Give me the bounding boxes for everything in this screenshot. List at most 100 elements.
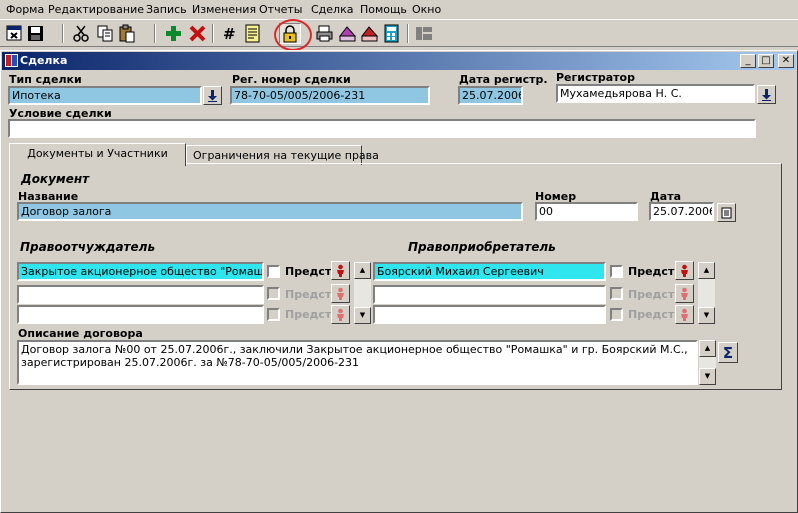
acquirer-rep-checkbox-1[interactable] [610,265,623,278]
export-red-icon[interactable] [359,23,381,44]
menu-bar: Форма Редактирование Запись Изменения От… [0,0,798,19]
tab-restrictions[interactable]: Ограничения на текущие права [186,145,379,165]
alienator-label: Правоотчуждатель [20,240,156,254]
paste-icon[interactable] [116,23,138,44]
deal-type-field[interactable]: Ипотека [8,86,202,105]
close-button[interactable]: ✕ [778,54,794,68]
acquirer-field-3[interactable] [373,305,606,324]
reg-number-field[interactable]: 78-70-05/005/2006-231 [230,86,430,105]
tab-documents-participants[interactable]: Документы и Участники [9,143,186,166]
menu-record[interactable]: Запись [146,3,187,16]
calendar-icon [721,207,732,218]
menu-edit[interactable]: Редактирование [48,3,144,16]
menu-deal[interactable]: Сделка [311,3,353,16]
acquirer-field-1[interactable]: Боярский Михаил Сергеевич [373,262,606,281]
acquirer-scrollbar[interactable]: ▲ ▼ [698,262,715,324]
acquirer-rep-button-3[interactable] [675,305,694,324]
person-icon [681,264,688,277]
alienator-rep-label-3: Предст. [285,308,336,321]
menu-form[interactable]: Форма [6,3,44,16]
scroll-down-button[interactable]: ▼ [699,368,716,385]
highlight-circle [274,19,312,51]
condition-field[interactable] [8,119,756,138]
person-icon [337,264,344,277]
arrow-down-icon [762,88,771,101]
alienator-rep-label-1: Предст. [285,265,336,278]
registrar-lookup-button[interactable] [757,85,776,104]
alienator-field-2[interactable] [17,285,264,304]
description-text[interactable]: Договор залога №00 от 25.07.2006г., закл… [17,340,698,385]
acquirer-rep-checkbox-3[interactable] [610,308,623,321]
print-icon[interactable] [314,23,336,44]
note-icon[interactable] [242,23,264,44]
toolbar: # [0,19,798,47]
add-record-icon[interactable] [163,23,185,44]
acquirer-rep-button-1[interactable] [675,261,694,280]
document-number-field[interactable]: 00 [535,202,638,221]
alienator-rep-checkbox-1[interactable] [267,265,280,278]
menu-help[interactable]: Помощь [360,3,407,16]
person-icon [337,287,344,300]
sum-icon: Σ [722,343,734,362]
menu-window[interactable]: Окно [412,3,441,16]
document-date-button[interactable] [717,203,736,222]
toolbar-separator [407,24,409,43]
scroll-up-button[interactable]: ▲ [354,262,371,279]
toolbar-separator [154,24,156,43]
menu-changes[interactable]: Изменения [192,3,256,16]
scroll-down-button[interactable]: ▼ [698,307,715,324]
alienator-rep-label-2: Предст. [285,288,336,301]
window-list-icon[interactable] [413,23,435,44]
deal-type-lookup-button[interactable] [203,86,222,105]
alienator-scrollbar[interactable]: ▲ ▼ [354,262,371,324]
alienator-rep-checkbox-3[interactable] [267,308,280,321]
reg-number-label: Рег. номер сделки [232,73,351,86]
acquirer-rep-label-1: Предст. [628,265,679,278]
window-titlebar: Сделка _ □ ✕ [2,52,796,70]
menu-reports[interactable]: Отчеты [259,3,302,16]
deal-type-label: Тип сделки [9,73,82,86]
acquirer-rep-label-3: Предст. [628,308,679,321]
calculator-icon[interactable] [381,23,403,44]
document-section-label: Документ [21,172,90,186]
person-icon [337,308,344,321]
reg-date-label: Дата регистр. [459,73,548,86]
scroll-down-button[interactable]: ▼ [354,307,371,324]
generate-description-button[interactable]: Σ [718,342,738,363]
person-icon [681,287,688,300]
close-form-icon[interactable] [4,23,26,44]
person-icon [681,308,688,321]
acquirer-field-2[interactable] [373,285,606,304]
maximize-button[interactable]: □ [758,54,774,68]
alienator-rep-button-2[interactable] [331,284,350,303]
toolbar-separator [212,24,214,43]
acquirer-label: Правоприобретатель [408,240,556,254]
alienator-field-1[interactable]: Закрытое акционерное общество "Ромашка" [17,262,264,281]
document-date-field[interactable]: 25.07.2006 [649,202,714,221]
description-label: Описание договора [18,327,143,340]
save-icon[interactable] [25,23,47,44]
number-icon[interactable]: # [219,23,241,44]
reg-date-field[interactable]: 25.07.2006 [458,86,523,105]
scroll-up-button[interactable]: ▲ [699,340,716,357]
document-name-field[interactable]: Договор залога [17,202,523,221]
copy-icon[interactable] [94,23,116,44]
acquirer-rep-button-2[interactable] [675,284,694,303]
cut-icon[interactable] [70,23,92,44]
description-scrollbar[interactable]: ▲ ▼ [699,340,716,385]
scroll-up-button[interactable]: ▲ [698,262,715,279]
registrar-field[interactable]: Мухамедьярова Н. С. [556,84,755,103]
arrow-down-icon [208,89,217,102]
delete-record-icon[interactable] [187,23,209,44]
toolbar-separator [62,24,64,43]
alienator-rep-button-1[interactable] [331,261,350,280]
acquirer-rep-label-2: Предст. [628,288,679,301]
svg-text:#: # [223,25,236,43]
alienator-field-3[interactable] [17,305,264,324]
registrar-label: Регистратор [556,71,635,84]
export-icon[interactable] [337,23,359,44]
acquirer-rep-checkbox-2[interactable] [610,287,623,300]
alienator-rep-button-3[interactable] [331,305,350,324]
minimize-button[interactable]: _ [740,54,756,68]
alienator-rep-checkbox-2[interactable] [267,287,280,300]
